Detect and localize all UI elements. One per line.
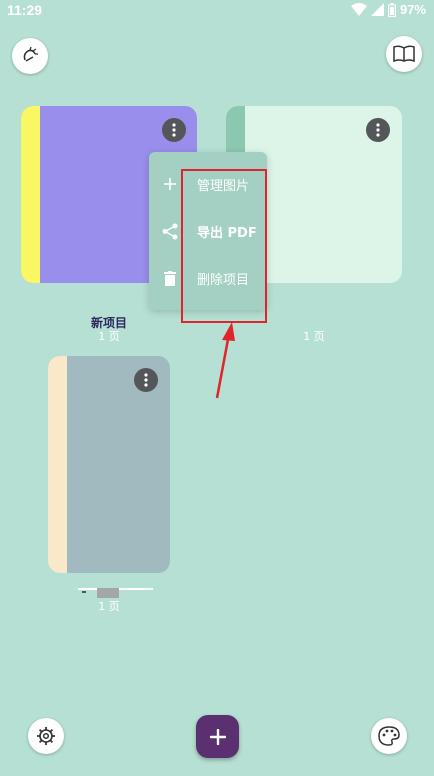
sticker-button[interactable] [12,38,48,74]
guide-button[interactable] [386,36,422,72]
project-card-3[interactable] [48,356,170,573]
card-spine [21,106,40,283]
more-vert-icon [144,373,148,387]
project-page-count: 1 页 [98,600,120,613]
battery-level: 97% [399,2,426,17]
book-icon [393,45,415,63]
share-icon [157,223,183,240]
plus-icon [157,178,183,190]
more-button[interactable] [366,118,390,142]
card-spine [48,356,67,573]
gear-icon [37,727,55,745]
wifi-icon [350,3,367,16]
theme-button[interactable] [371,718,407,754]
project-page-count: 1 页 [303,330,325,343]
battery-icon [387,2,396,17]
annotation-arrow [215,322,235,399]
more-vert-icon [172,123,176,137]
settings-button[interactable] [28,718,64,754]
status-time: 11:29 [7,2,43,18]
more-vert-icon [376,123,380,137]
add-project-button[interactable] [196,715,239,758]
more-button[interactable] [134,368,158,392]
project-title-redacted [78,586,153,598]
more-button[interactable] [162,118,186,142]
status-bar: 11:29 97% [0,0,434,22]
plus-icon [209,728,226,745]
sticker-icon [23,46,38,62]
trash-icon [157,270,183,286]
project-page-count: 1 页 [98,330,120,343]
status-icons: 97% [350,2,426,17]
signal-icon [370,3,384,16]
annotation-highlight-box [181,169,267,323]
palette-icon [378,726,400,746]
